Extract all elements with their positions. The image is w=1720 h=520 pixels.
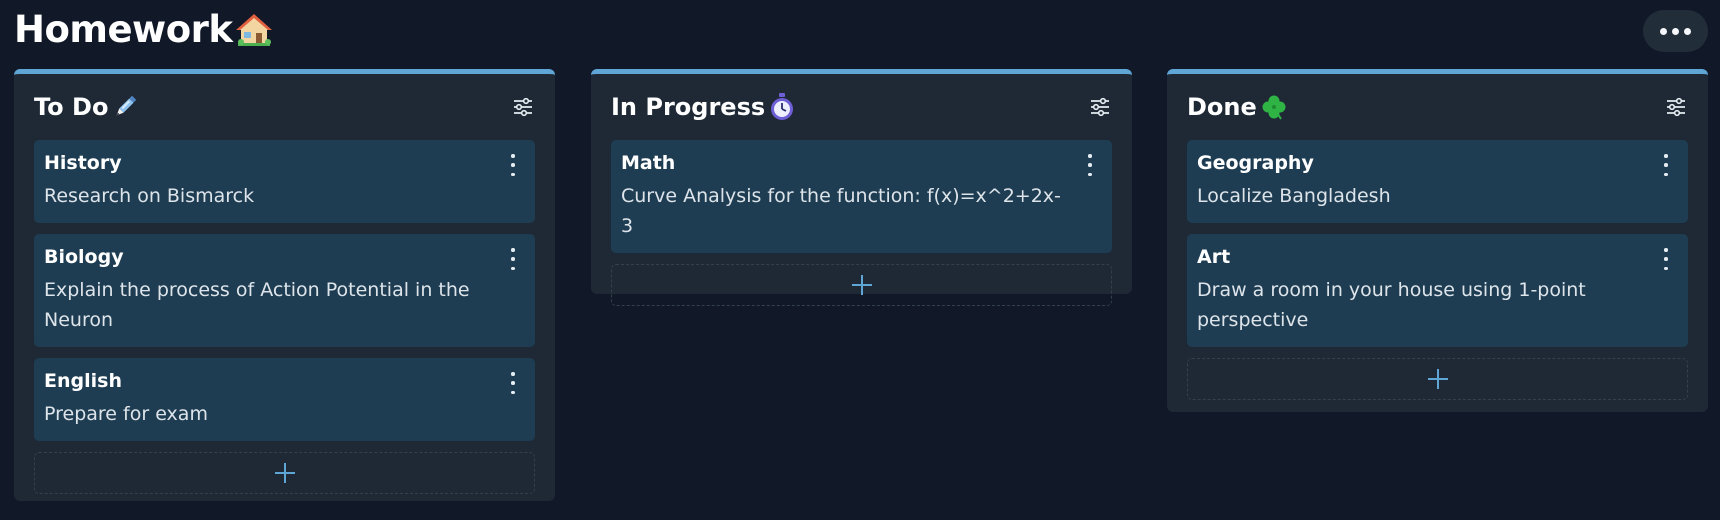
task-card[interactable]: Biology Explain the process of Action Po… (34, 234, 535, 347)
task-card-text: Curve Analysis for the function: f(x)=x^… (621, 185, 1061, 237)
more-vertical-icon (1088, 154, 1092, 158)
card-menu-button[interactable] (507, 154, 519, 176)
kanban-board: Homework To Do History Research on Bisma… (0, 0, 1720, 520)
menu-dot (1664, 163, 1668, 167)
column-todo: To Do History Research on Bismarck Biolo… (14, 69, 555, 501)
task-card-title: Geography (1197, 152, 1314, 174)
pen-icon (112, 94, 138, 120)
menu-dot (1664, 257, 1668, 261)
column-title: In Progress (611, 93, 795, 121)
menu-dot (511, 381, 515, 385)
column-header: To Do (34, 74, 535, 140)
column-filter-button[interactable] (1088, 95, 1112, 119)
column-filter-button[interactable] (1664, 95, 1688, 119)
card-menu-button[interactable] (1084, 154, 1096, 176)
column-title-text: In Progress (611, 93, 766, 121)
house-icon (235, 12, 273, 48)
stopwatch-icon (769, 93, 795, 121)
card-menu-button[interactable] (1660, 248, 1672, 270)
clover-icon (1261, 94, 1287, 120)
column-filter-button[interactable] (511, 95, 535, 119)
page-title: Homework (14, 8, 273, 51)
board-more-button[interactable] (1643, 10, 1708, 52)
task-card-title: Biology (44, 246, 124, 268)
column-title: Done (1187, 93, 1287, 121)
column-title-text: Done (1187, 93, 1257, 121)
task-card-text: Explain the process of Action Potential … (44, 279, 470, 331)
sliders-icon (1091, 97, 1109, 117)
plus-icon (1427, 369, 1448, 389)
menu-dot (511, 172, 515, 176)
page-title-text: Homework (14, 8, 233, 51)
column-header: Done (1187, 74, 1688, 140)
column-title: To Do (34, 93, 138, 121)
add-card-button[interactable] (34, 452, 535, 494)
more-vertical-icon (511, 154, 515, 158)
card-menu-button[interactable] (507, 248, 519, 270)
task-card-title: English (44, 370, 122, 392)
more-vertical-icon (511, 248, 515, 252)
menu-dot (511, 266, 515, 270)
menu-dot (1664, 172, 1668, 176)
add-card-button[interactable] (1187, 358, 1688, 400)
card-menu-button[interactable] (1660, 154, 1672, 176)
task-card[interactable]: Art Draw a room in your house using 1-po… (1187, 234, 1688, 347)
plus-icon (274, 463, 295, 483)
task-card-text: Prepare for exam (44, 403, 208, 425)
task-card[interactable]: English Prepare for exam (34, 358, 535, 441)
menu-dot (1664, 266, 1668, 270)
menu-dot (511, 257, 515, 261)
task-card-title: History (44, 152, 122, 174)
column-done: Done Geography Localize Bangladesh Art D… (1167, 69, 1708, 412)
more-horizontal-icon (1660, 27, 1667, 35)
menu-dot (511, 390, 515, 394)
column-title-text: To Do (34, 93, 109, 121)
menu-dot (1088, 163, 1092, 167)
menu-dot (1088, 172, 1092, 176)
task-card[interactable]: History Research on Bismarck (34, 140, 535, 223)
more-vertical-icon (511, 372, 515, 376)
column-in-progress: In Progress Math Curve Analysis for the … (591, 69, 1132, 306)
more-dot (1684, 27, 1691, 35)
task-card-title: Math (621, 152, 676, 174)
menu-dot (511, 163, 515, 167)
more-vertical-icon (1664, 248, 1668, 252)
sliders-icon (1667, 97, 1685, 117)
task-card-text: Research on Bismarck (44, 185, 255, 207)
task-card-title: Art (1197, 246, 1231, 268)
column-header: In Progress (611, 74, 1112, 140)
more-vertical-icon (1664, 154, 1668, 158)
task-card-text: Draw a room in your house using 1-point … (1197, 279, 1586, 331)
task-card-text: Localize Bangladesh (1197, 185, 1391, 207)
more-dot (1672, 27, 1679, 35)
sliders-icon (514, 97, 532, 117)
task-card[interactable]: Geography Localize Bangladesh (1187, 140, 1688, 223)
plus-icon (851, 275, 872, 295)
task-card[interactable]: Math Curve Analysis for the function: f(… (611, 140, 1112, 253)
card-menu-button[interactable] (507, 372, 519, 394)
add-card-button[interactable] (611, 264, 1112, 306)
